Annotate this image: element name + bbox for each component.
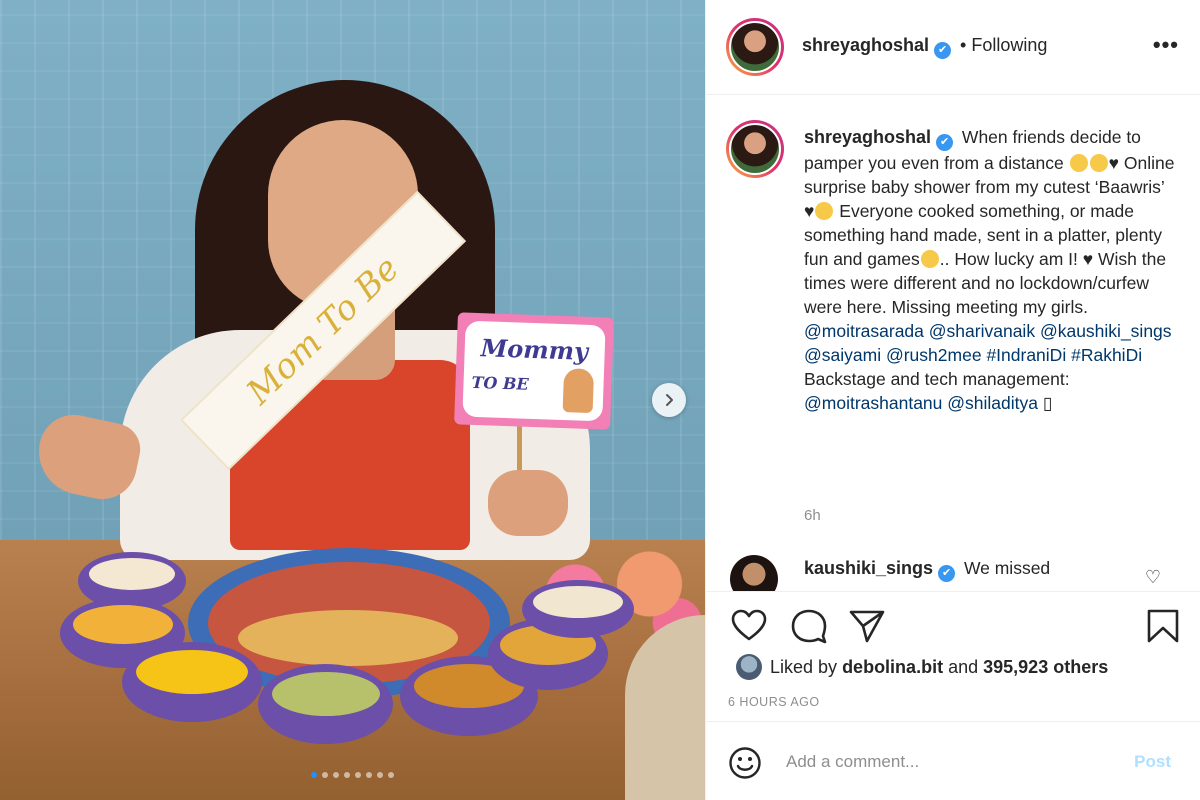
verified-badge-icon: ✔ xyxy=(936,134,954,151)
mention-link[interactable]: @rush2mee xyxy=(886,345,982,365)
chevron-right-icon xyxy=(666,394,673,406)
sign-line-2: TO BE xyxy=(471,372,530,394)
bowl xyxy=(258,664,393,744)
paper-plane-icon xyxy=(849,610,885,643)
likes-summary: Liked by debolina.bit and 395,923 others xyxy=(736,654,1108,680)
story-ring[interactable] xyxy=(726,18,784,76)
header-user: shreyaghoshal ✔ • Following xyxy=(802,35,1047,59)
comment-row: kaushiki_sings ✔ We missed ♡ xyxy=(706,545,1200,591)
caption-text: shreyaghoshal ✔ When friends decide to pa… xyxy=(804,125,1176,415)
crying-emoji-icon xyxy=(1069,154,1088,172)
story-ring[interactable] xyxy=(726,120,784,178)
post-header: shreyaghoshal ✔ • Following ••• xyxy=(706,0,1200,95)
caption-end-glyph: ▯ xyxy=(1042,393,1053,413)
heart-eyes-emoji-icon xyxy=(1089,154,1108,172)
caption-part-6: Backstage and tech management: xyxy=(804,369,1070,389)
mention-link[interactable]: @saiyami xyxy=(804,345,881,365)
comment-body: We missed xyxy=(963,558,1051,578)
mention-link[interactable]: @moitrasarada xyxy=(804,321,924,341)
mention-link[interactable]: @moitrashantanu xyxy=(804,393,942,413)
grimacing-emoji-icon xyxy=(920,250,939,268)
username-link[interactable]: shreyaghoshal xyxy=(802,35,929,55)
carousel-dot xyxy=(311,772,317,778)
post-timestamp[interactable]: 6 HOURS AGO xyxy=(728,695,820,709)
like-button[interactable] xyxy=(730,608,768,647)
more-options-icon[interactable]: ••• xyxy=(1153,32,1179,58)
carousel-next-button[interactable] xyxy=(652,383,686,417)
carousel-indicator xyxy=(0,772,705,778)
post-photo[interactable]: Mom To Be Mommy TO BE xyxy=(0,0,705,800)
avatar xyxy=(729,123,781,175)
heart-icon: ♥ xyxy=(804,201,815,221)
add-comment-bar: Post xyxy=(706,721,1200,800)
verified-badge-icon: ✔ xyxy=(934,42,952,59)
bowl xyxy=(522,580,634,638)
bowl xyxy=(122,642,262,722)
post-actions: Liked by debolina.bit and 395,923 others… xyxy=(706,591,1200,721)
heart-outline-icon xyxy=(731,609,767,641)
avatar xyxy=(729,21,781,73)
likes-count[interactable]: 395,923 others xyxy=(983,657,1108,678)
post-side-panel: shreyaghoshal ✔ • Following ••• shreyagho… xyxy=(705,0,1200,800)
carousel-dot xyxy=(355,772,361,778)
carousel-dot xyxy=(322,772,328,778)
verified-badge-icon: ✔ xyxy=(938,565,956,582)
heart-icon: ♥ xyxy=(1108,153,1119,173)
person-right-hand xyxy=(488,470,568,536)
carousel-dot xyxy=(377,772,383,778)
hashtag-link[interactable]: #IndraniDi xyxy=(986,345,1066,365)
hashtag-link[interactable]: #RakhiDi xyxy=(1071,345,1142,365)
hugging-emoji-icon xyxy=(815,202,834,220)
mention-link[interactable]: @shiladitya xyxy=(947,393,1038,413)
mommy-to-be-sign: Mommy TO BE xyxy=(454,312,614,430)
mention-link[interactable]: @kaushiki_sings xyxy=(1040,321,1172,341)
liker-username[interactable]: debolina.bit xyxy=(842,657,943,678)
save-button[interactable] xyxy=(1146,608,1180,649)
sign-illustration xyxy=(562,368,595,414)
dot-separator: • xyxy=(955,35,972,55)
likes-prefix: Liked by xyxy=(770,656,838,677)
caption-timestamp[interactable]: 6h xyxy=(804,507,821,524)
sign-line-1: Mommy xyxy=(480,333,589,366)
post-comment-button[interactable]: Post xyxy=(1134,752,1171,772)
carousel-dot xyxy=(366,772,372,778)
liker-avatar[interactable] xyxy=(736,654,762,680)
comment-like-icon[interactable]: ♡ xyxy=(1145,567,1161,588)
smiley-icon xyxy=(729,747,761,779)
following-button[interactable]: Following xyxy=(971,35,1047,55)
commenter-username[interactable]: kaushiki_sings xyxy=(804,558,933,578)
comment-text: kaushiki_sings ✔ We missed xyxy=(804,558,1050,582)
heart-icon: ♥ xyxy=(1082,249,1094,269)
commenter-avatar[interactable] xyxy=(730,555,778,591)
emoji-button[interactable] xyxy=(728,746,762,785)
likes-middle: and xyxy=(948,656,979,677)
bookmark-icon xyxy=(1147,609,1179,643)
caption-part-4: .. How lucky am I! xyxy=(939,249,1078,269)
mention-link[interactable]: @sharivanaik xyxy=(929,321,1035,341)
carousel-dot xyxy=(388,772,394,778)
carousel-dot xyxy=(344,772,350,778)
carousel-dot xyxy=(333,772,339,778)
thali-food xyxy=(238,610,458,666)
comment-input[interactable] xyxy=(786,748,1106,776)
comment-bubble-icon xyxy=(791,609,827,644)
comment-button[interactable] xyxy=(790,608,828,649)
share-button[interactable] xyxy=(848,608,886,649)
caption-section: shreyaghoshal ✔ When friends decide to pa… xyxy=(706,95,1200,545)
caption-username[interactable]: shreyaghoshal xyxy=(804,127,931,147)
